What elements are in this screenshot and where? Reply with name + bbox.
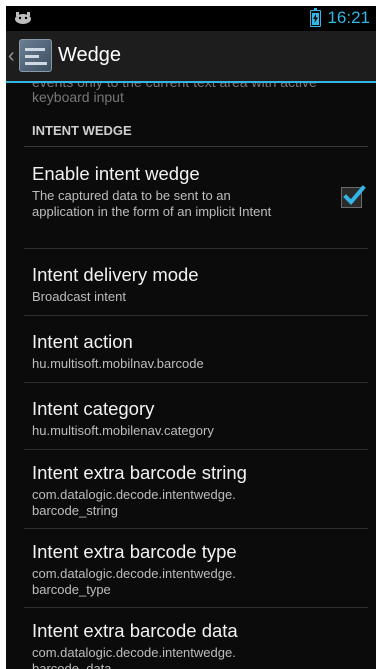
pref-title: Intent action	[32, 331, 133, 352]
status-clock: 16:21	[327, 8, 370, 27]
pref-summary: com.datalogic.decode.intentwedge. barcod…	[32, 566, 236, 597]
enable-intent-wedge-checkbox[interactable]	[341, 185, 366, 208]
page-title: Wedge	[58, 44, 122, 66]
device-screen: 16:21 ‹ Wedge events only to the current…	[6, 6, 376, 669]
chevron-left-icon: ‹	[8, 45, 15, 67]
cut-off-summary: events only to the current text area wit…	[32, 83, 317, 105]
pref-intent-extra-barcode-data[interactable]: Intent extra barcode data com.datalogic.…	[24, 608, 368, 669]
checkmark-icon	[343, 185, 366, 205]
preferences-list[interactable]: events only to the current text area wit…	[6, 83, 376, 669]
pref-intent-extra-barcode-string[interactable]: Intent extra barcode string com.datalogi…	[24, 450, 368, 529]
section-header-intent-wedge: INTENT WEDGE	[24, 109, 368, 147]
pref-enable-intent-wedge[interactable]: Enable intent wedge The captured data to…	[24, 147, 368, 249]
pref-title: Enable intent wedge	[32, 163, 200, 184]
pref-intent-category[interactable]: Intent category hu.multisoft.mobilenav.c…	[24, 383, 368, 450]
app-icon	[19, 39, 52, 72]
pref-summary: com.datalogic.decode.intentwedge. barcod…	[32, 487, 236, 518]
pref-summary: com.datalogic.decode.intentwedge. barcod…	[32, 645, 236, 669]
battery-charging-icon	[310, 7, 322, 27]
status-bar: 16:21	[6, 6, 376, 31]
pref-intent-action[interactable]: Intent action hu.multisoft.mobilnav.barc…	[24, 316, 368, 383]
pref-title: Intent extra barcode string	[32, 462, 247, 483]
pref-title: Intent delivery mode	[32, 264, 199, 285]
pref-summary: The captured data to be sent to an appli…	[32, 188, 272, 219]
android-notification-icon	[15, 12, 31, 24]
pref-title: Intent category	[32, 398, 155, 419]
pref-summary: Broadcast intent	[32, 289, 126, 304]
pref-summary: hu.multisoft.mobilenav.category	[32, 423, 214, 438]
pref-summary: hu.multisoft.mobilnav.barcode	[32, 356, 204, 371]
pref-intent-delivery-mode[interactable]: Intent delivery mode Broadcast intent	[24, 249, 368, 316]
pref-title: Intent extra barcode type	[32, 541, 237, 562]
pref-title: Intent extra barcode data	[32, 620, 238, 641]
action-bar: ‹ Wedge	[6, 31, 376, 83]
pref-intent-extra-barcode-type[interactable]: Intent extra barcode type com.datalogic.…	[24, 529, 368, 608]
